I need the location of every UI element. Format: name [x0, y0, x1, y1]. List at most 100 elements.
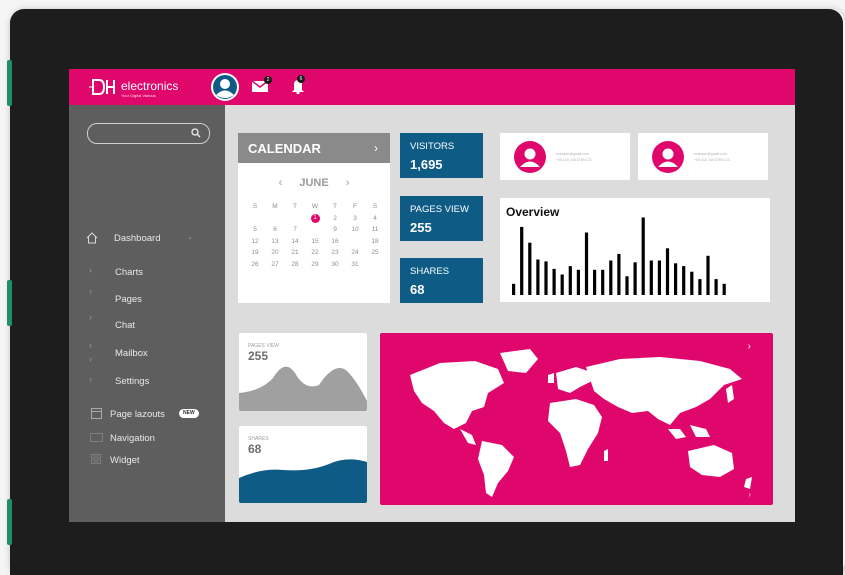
calendar-day[interactable]: 14 — [285, 238, 305, 245]
calendar-day[interactable]: 2 — [325, 215, 345, 222]
calendar-day[interactable]: 12 — [245, 238, 265, 245]
next-month-icon[interactable]: › — [346, 177, 350, 189]
calendar-day[interactable]: 7 — [285, 226, 305, 233]
mail-badge: 2 — [264, 76, 272, 84]
device-side-button — [7, 280, 12, 326]
top-bar: electronics Your Digital Various 2 6 — [69, 69, 795, 105]
calendar-day[interactable]: 30 — [325, 261, 345, 268]
weekday-label: W — [311, 203, 319, 210]
mail-icon[interactable]: 2 — [251, 76, 272, 93]
calendar-day[interactable]: 25 — [365, 249, 385, 256]
calendar-day[interactable]: 19 — [245, 249, 265, 256]
calendar-day[interactable]: 28 — [285, 261, 305, 268]
user-avatar-icon[interactable] — [211, 73, 239, 101]
bell-icon[interactable]: 6 — [291, 75, 305, 95]
calendar-day[interactable]: 27 — [265, 261, 285, 268]
shares-card[interactable]: SHARES 68 — [400, 258, 483, 303]
sidebar-item-chat[interactable]: › Chat — [69, 312, 225, 336]
chart-bar — [617, 253, 621, 295]
calendar-header: CALENDAR › — [238, 133, 390, 163]
contact-card[interactable]: example@gmail.com +00 (12) 345 6789 123 — [500, 133, 630, 180]
bell-badge: 6 — [297, 75, 305, 83]
sidebar-item-label: Widget — [110, 455, 140, 466]
calendar-day[interactable]: 9 — [325, 226, 345, 233]
chart-bar — [552, 268, 556, 295]
sidebar-item-navigation[interactable]: Navigation — [69, 427, 225, 449]
pages-view-area-chart — [239, 366, 367, 411]
calendar-title: CALENDAR — [248, 141, 321, 156]
calendar-day[interactable]: 4 — [365, 215, 385, 222]
sidebar-item-label: Dashboard — [114, 233, 161, 244]
weekday-label: F — [353, 203, 357, 210]
sidebar-item-dashboard[interactable]: Dashboard ⌄ — [69, 227, 225, 249]
chart-bar — [690, 271, 694, 295]
search-icon[interactable] — [191, 128, 201, 138]
chart-bar — [665, 248, 670, 295]
contact-card[interactable]: example@gmail.com +00 (12) 345 6789 123 — [638, 133, 768, 180]
chevron-right-icon: › — [89, 286, 92, 296]
sidebar-item-mailbox[interactable]: › Mailbox › — [69, 340, 225, 364]
calendar-day[interactable]: 15 — [305, 238, 325, 245]
shares-area-chart — [239, 459, 367, 503]
calendar-day[interactable]: 10 — [345, 226, 365, 233]
device-side-button — [7, 499, 12, 545]
calendar-day[interactable]: 5 — [245, 226, 265, 233]
calendar-day[interactable]: 13 — [265, 238, 285, 245]
chart-bar — [698, 279, 702, 295]
search-input[interactable] — [87, 123, 210, 144]
chart-bar — [512, 283, 516, 295]
calendar-day[interactable]: 22 — [305, 249, 325, 256]
brand-name: electronics — [121, 79, 179, 93]
calendar-day[interactable]: 18 — [365, 238, 385, 245]
selected-day[interactable]: 1 — [310, 213, 320, 223]
sidebar-item-label: Chat — [115, 320, 136, 331]
calendar-day[interactable]: 20 — [265, 249, 285, 256]
sidebar-item-label: Settings — [115, 376, 150, 387]
calendar-day[interactable]: 29 — [305, 261, 325, 268]
calendar-day[interactable]: 26 — [245, 261, 265, 268]
chart-bar — [560, 274, 564, 295]
calendar-day[interactable]: 21 — [285, 249, 305, 256]
calendar-day[interactable]: 24 — [345, 249, 365, 256]
chevron-right-icon[interactable]: › — [374, 141, 378, 155]
chart-bar — [536, 259, 540, 295]
calendar-day[interactable]: 3 — [345, 215, 365, 222]
sidebar-item-page-layouts[interactable]: Page lazouts NEW — [69, 403, 225, 425]
sidebar-item-label: Page lazouts — [110, 409, 165, 420]
chart-bar — [625, 276, 629, 295]
overview-bar-chart — [512, 217, 726, 295]
dh-logo-icon — [89, 79, 115, 95]
device-side-button — [7, 60, 12, 106]
stat-label: PAGES VIEW — [410, 204, 469, 215]
brand-tagline: Your Digital Various — [121, 93, 156, 98]
sidebar-item-label: Charts — [115, 267, 143, 278]
chart-bar — [633, 262, 637, 295]
pages-view-card[interactable]: PAGES VIEW 255 — [400, 196, 483, 241]
home-icon — [86, 232, 98, 244]
widget-icon — [91, 454, 101, 464]
prev-month-icon[interactable]: ‹ — [279, 177, 283, 189]
calendar-day[interactable]: 16 — [325, 238, 345, 245]
chart-bar — [593, 269, 597, 295]
stat-value: 1,695 — [410, 157, 443, 172]
sidebar-item-pages[interactable]: › Pages — [69, 286, 225, 310]
weekday-label: S — [252, 203, 258, 210]
calendar-day[interactable]: 6 — [265, 226, 285, 233]
page-layout-icon — [91, 408, 102, 419]
visitors-card[interactable]: VISITORS 1,695 — [400, 133, 483, 178]
sidebar-item-charts[interactable]: › Charts — [69, 261, 225, 283]
month-selector: ‹ JUNE › — [238, 177, 390, 189]
world-map-icon — [410, 349, 752, 497]
chart-bar — [576, 269, 580, 295]
contact-email: example@gmail.com — [694, 152, 727, 156]
calendar-day[interactable]: 31 — [345, 261, 365, 268]
sidebar-item-widget[interactable]: Widget — [69, 449, 225, 471]
chart-bar — [520, 226, 524, 295]
stat-label: SHARES — [410, 266, 450, 277]
calendar-day[interactable]: 23 — [325, 249, 345, 256]
chart-bar — [544, 261, 548, 295]
calendar-day[interactable]: 11 — [365, 226, 385, 233]
contact-phone: +00 (12) 345 6789 123 — [694, 158, 730, 162]
pages-view-mini-card: PAGES VIEW 255 — [239, 333, 367, 411]
sidebar-item-settings[interactable]: › Settings — [69, 370, 225, 392]
